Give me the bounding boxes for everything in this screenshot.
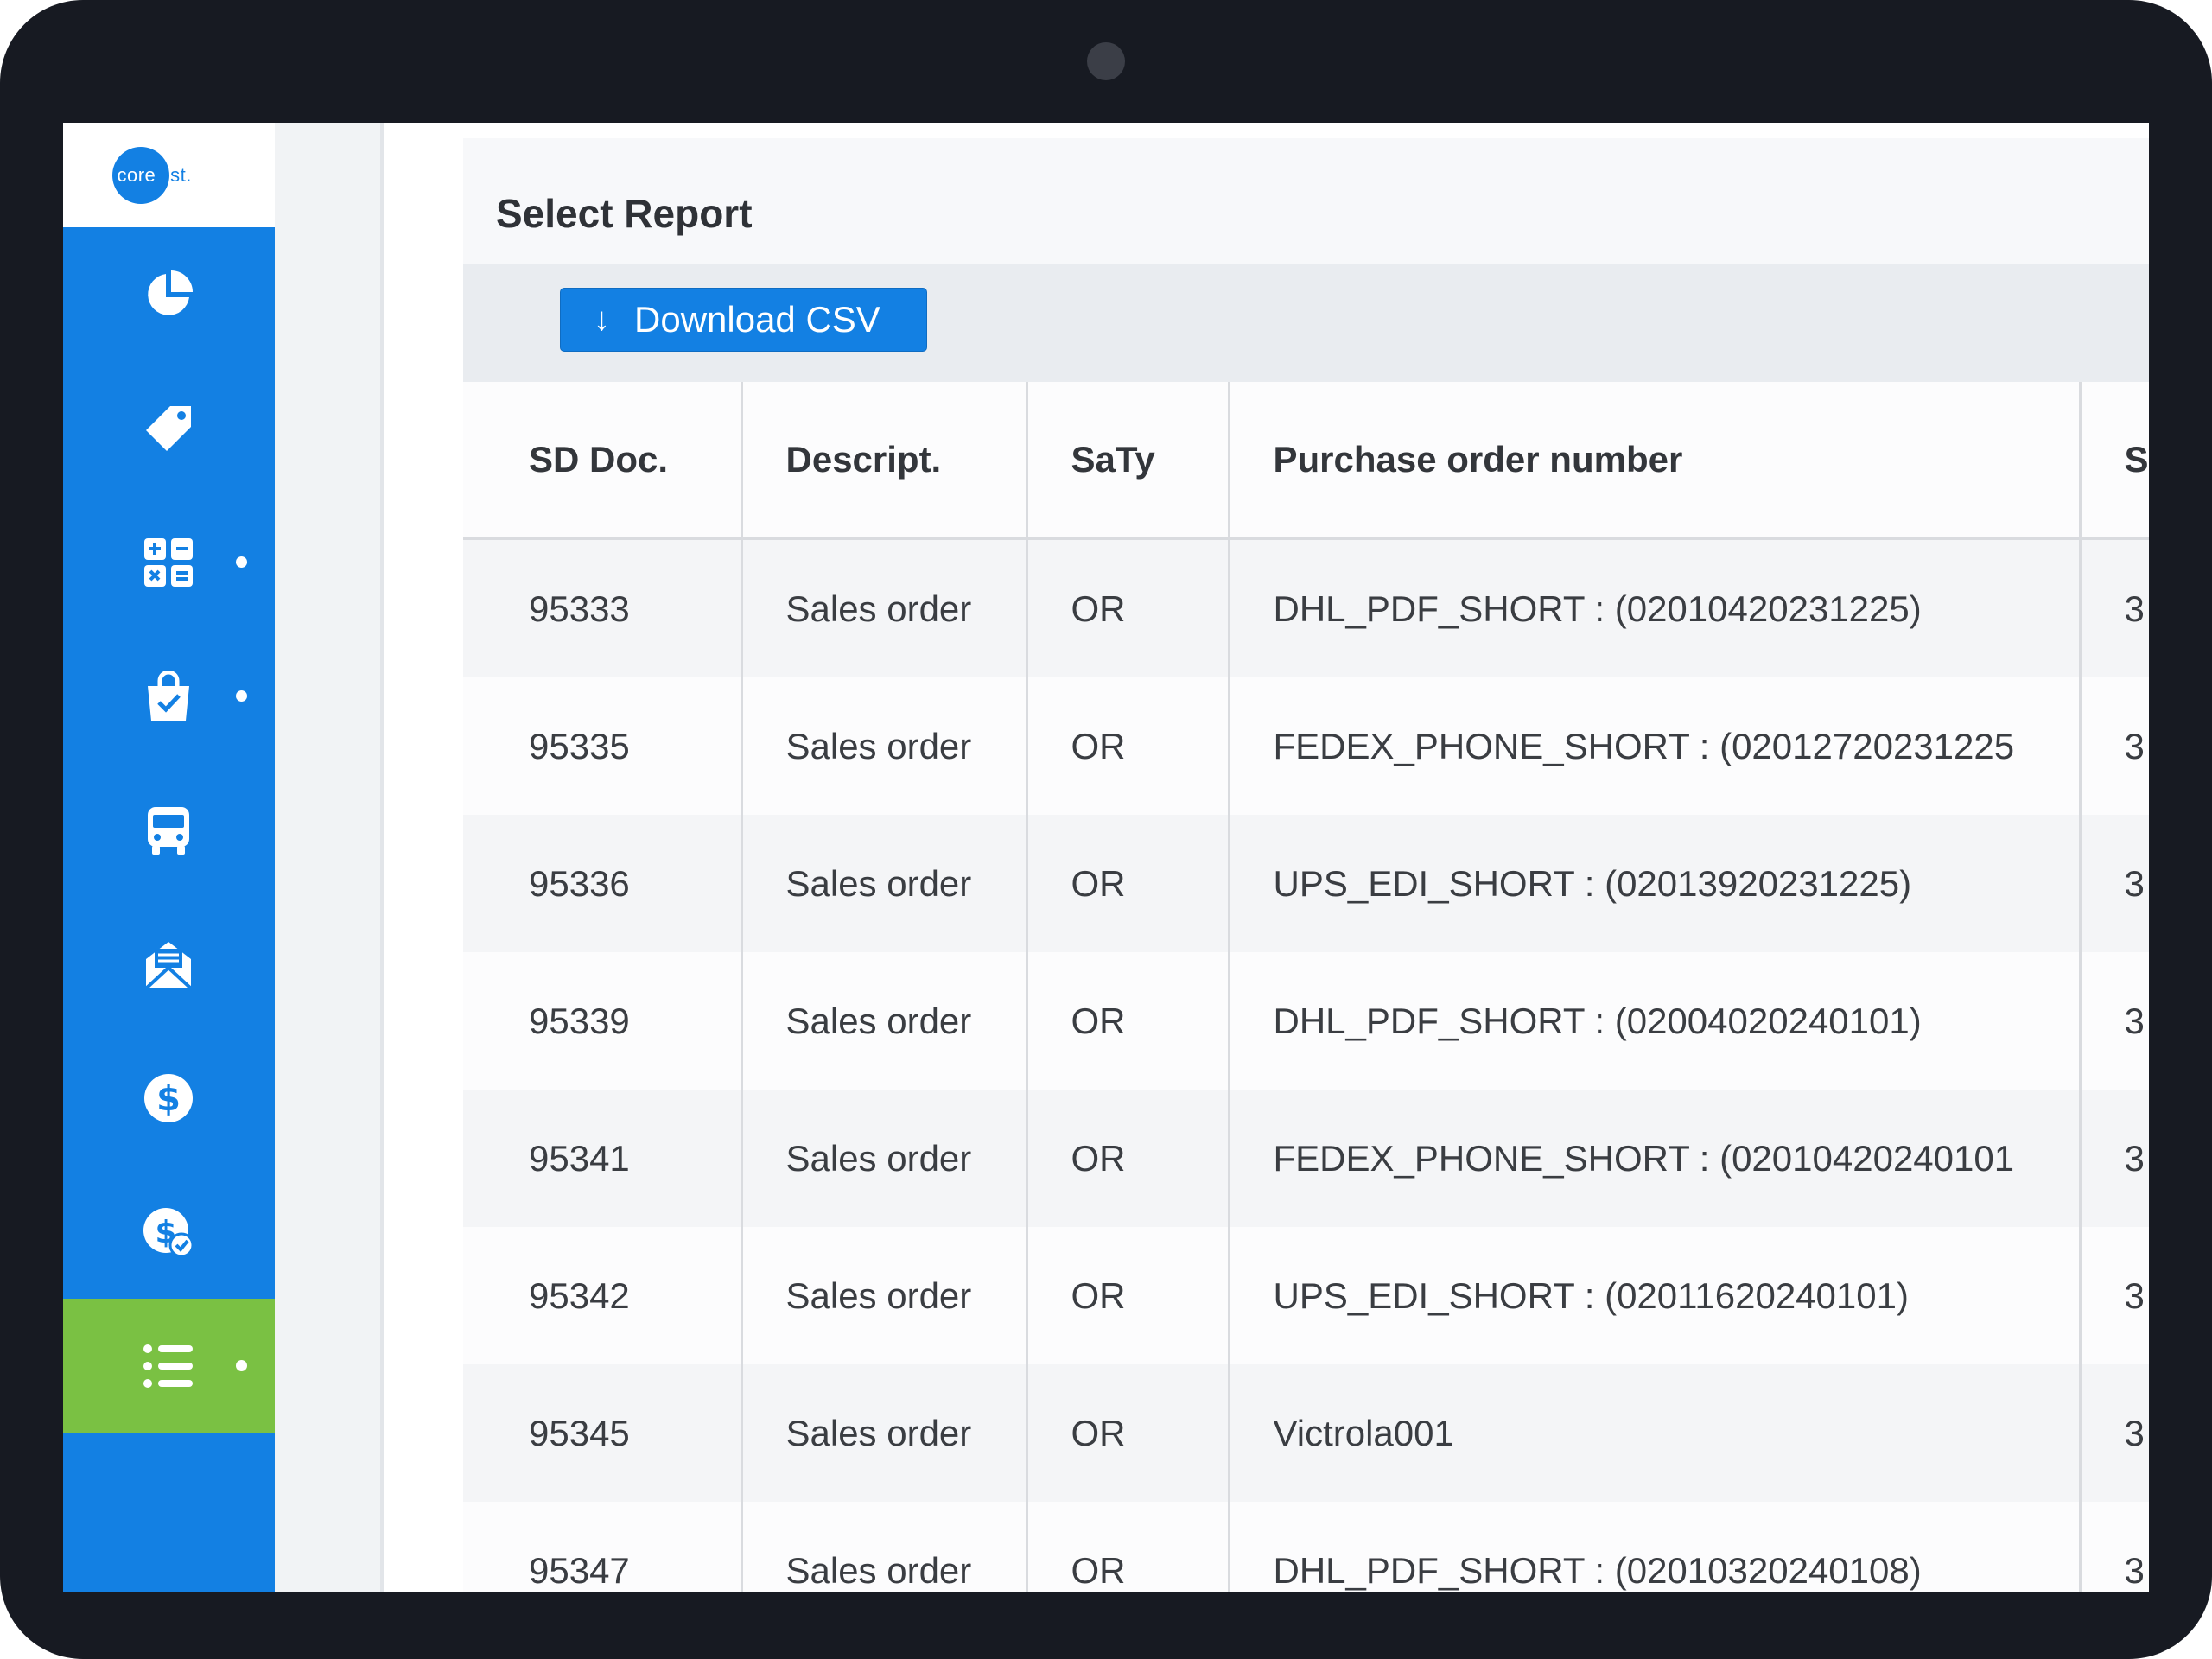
tag-icon bbox=[146, 406, 191, 451]
table-row[interactable]: 95336 Sales order OR UPS_EDI_SHORT : (02013… bbox=[463, 815, 2149, 952]
cell-description: Sales order bbox=[741, 815, 1028, 952]
table-row[interactable]: 95335 Sales order OR FEDEX_PHONE_SHORT : (0… bbox=[463, 677, 2149, 815]
cell-truncated: 3 bbox=[2080, 1090, 2149, 1227]
cell-po-number: FEDEX_PHONE_SHORT : (02012720231225 bbox=[1229, 677, 2082, 815]
page-title: Select Report bbox=[496, 191, 753, 236]
cell-description: Sales order bbox=[741, 1502, 1028, 1592]
table-row[interactable]: 95345 Sales order OR Victrola001 3 bbox=[463, 1364, 2149, 1502]
cell-description: Sales order bbox=[741, 1364, 1028, 1502]
cell-saty: OR bbox=[1027, 1364, 1230, 1502]
cell-saty: OR bbox=[1027, 952, 1230, 1090]
cell-po-number: DHL_PDF_SHORT : (02010420231225) bbox=[1229, 538, 2082, 677]
camera-dot bbox=[1087, 42, 1125, 80]
cell-saty: OR bbox=[1027, 1090, 1230, 1227]
cell-sd-doc: 95333 bbox=[463, 538, 743, 677]
cell-po-number: UPS_EDI_SHORT : (02011620240101) bbox=[1229, 1227, 2082, 1364]
report-toolbar: ↓ Download CSV bbox=[463, 264, 2149, 382]
column-header-truncated[interactable]: S bbox=[2080, 382, 2149, 540]
table-body: 95333 Sales order OR DHL_PDF_SHORT : (02010… bbox=[463, 538, 2149, 1592]
cell-saty: OR bbox=[1027, 815, 1230, 952]
table-row[interactable]: 95341 Sales order OR FEDEX_PHONE_SHORT : (0… bbox=[463, 1090, 2149, 1227]
download-csv-label: Download CSV bbox=[634, 299, 880, 340]
tablet-frame: corevist. $ $ Select Report ↓ Download C… bbox=[0, 0, 2212, 1659]
list-icon bbox=[143, 1344, 193, 1388]
app-screen: corevist. $ $ Select Report ↓ Download C… bbox=[63, 123, 2149, 1592]
column-header-saty[interactable]: SaTy bbox=[1027, 382, 1230, 540]
cell-saty: OR bbox=[1027, 1502, 1230, 1592]
cell-saty: OR bbox=[1027, 1227, 1230, 1364]
cell-po-number: Victrola001 bbox=[1229, 1364, 2082, 1502]
calculator-grid-icon bbox=[144, 538, 193, 587]
column-header-description[interactable]: Descript. bbox=[741, 382, 1028, 540]
column-header-sd-doc[interactable]: SD Doc. bbox=[463, 382, 743, 540]
table-header-row: SD Doc. Descript. SaTy Purchase order nu… bbox=[463, 382, 2149, 540]
sidebar-item-shipping[interactable] bbox=[63, 763, 275, 897]
sidebar-item-reports[interactable] bbox=[63, 1299, 275, 1433]
report-panel: Select Report ↓ Download CSV SD Doc. Des… bbox=[463, 138, 2149, 1592]
cell-sd-doc: 95336 bbox=[463, 815, 743, 952]
cell-description: Sales order bbox=[741, 1090, 1028, 1227]
cell-sd-doc: 95335 bbox=[463, 677, 743, 815]
cell-truncated: 3 bbox=[2080, 1227, 2149, 1364]
cell-truncated: 3 bbox=[2080, 1364, 2149, 1502]
dollar-check-icon: $ bbox=[143, 1208, 194, 1258]
cell-truncated: 3 bbox=[2080, 815, 2149, 952]
cell-description: Sales order bbox=[741, 1227, 1028, 1364]
cell-sd-doc: 95342 bbox=[463, 1227, 743, 1364]
download-arrow-icon: ↓ bbox=[594, 301, 610, 338]
sidebar-item-dashboard[interactable] bbox=[63, 227, 275, 361]
bus-icon bbox=[148, 807, 189, 855]
cell-sd-doc: 95341 bbox=[463, 1090, 743, 1227]
svg-text:$: $ bbox=[156, 1079, 181, 1119]
table-row[interactable]: 95333 Sales order OR DHL_PDF_SHORT : (02010… bbox=[463, 538, 2149, 677]
cell-description: Sales order bbox=[741, 538, 1028, 677]
cell-po-number: DHL_PDF_SHORT : (02004020240101) bbox=[1229, 952, 2082, 1090]
corevist-logo: corevist. bbox=[109, 145, 230, 206]
dollar-circle-icon: $ bbox=[144, 1074, 193, 1122]
submenu-indicator bbox=[236, 1360, 247, 1371]
cell-truncated: 3 bbox=[2080, 538, 2149, 677]
submenu-indicator bbox=[236, 690, 247, 702]
sidebar-item-orders[interactable] bbox=[63, 629, 275, 763]
table-row[interactable]: 95339 Sales order OR DHL_PDF_SHORT : (02004… bbox=[463, 952, 2149, 1090]
cell-truncated: 3 bbox=[2080, 1502, 2149, 1592]
cell-saty: OR bbox=[1027, 538, 1230, 677]
sidebar-gutter bbox=[275, 123, 380, 1592]
download-csv-button[interactable]: ↓ Download CSV bbox=[560, 288, 927, 352]
report-table: SD Doc. Descript. SaTy Purchase order nu… bbox=[463, 382, 2149, 1592]
cell-po-number: DHL_PDF_SHORT : (02010320240108) bbox=[1229, 1502, 2082, 1592]
logo[interactable]: corevist. bbox=[63, 123, 275, 227]
envelope-open-icon bbox=[144, 942, 193, 990]
cell-saty: OR bbox=[1027, 677, 1230, 815]
cell-description: Sales order bbox=[741, 677, 1028, 815]
sidebar: corevist. $ $ bbox=[63, 123, 275, 1592]
shopping-bag-check-icon bbox=[148, 671, 189, 721]
sidebar-item-messages[interactable] bbox=[63, 897, 275, 1031]
cell-truncated: 3 bbox=[2080, 677, 2149, 815]
main-content: Select Report ↓ Download CSV SD Doc. Des… bbox=[384, 123, 2149, 1592]
cell-truncated: 3 bbox=[2080, 952, 2149, 1090]
cell-sd-doc: 95347 bbox=[463, 1502, 743, 1592]
cell-description: Sales order bbox=[741, 952, 1028, 1090]
cell-po-number: FEDEX_PHONE_SHORT : (02010420240101 bbox=[1229, 1090, 2082, 1227]
sidebar-item-payments[interactable]: $ bbox=[63, 1031, 275, 1165]
cell-sd-doc: 95339 bbox=[463, 952, 743, 1090]
sidebar-item-catalog[interactable] bbox=[63, 495, 275, 629]
cell-po-number: UPS_EDI_SHORT : (02013920231225) bbox=[1229, 815, 2082, 952]
column-header-po-number[interactable]: Purchase order number bbox=[1229, 382, 2082, 540]
sidebar-item-pricing[interactable] bbox=[63, 361, 275, 495]
submenu-indicator bbox=[236, 556, 247, 568]
sidebar-item-invoices[interactable]: $ bbox=[63, 1165, 275, 1299]
cell-sd-doc: 95345 bbox=[463, 1364, 743, 1502]
pie-chart-icon bbox=[148, 270, 193, 315]
table-row[interactable]: 95347 Sales order OR DHL_PDF_SHORT : (02010… bbox=[463, 1502, 2149, 1592]
table-row[interactable]: 95342 Sales order OR UPS_EDI_SHORT : (02011… bbox=[463, 1227, 2149, 1364]
report-table-container[interactable]: SD Doc. Descript. SaTy Purchase order nu… bbox=[463, 382, 2149, 1592]
